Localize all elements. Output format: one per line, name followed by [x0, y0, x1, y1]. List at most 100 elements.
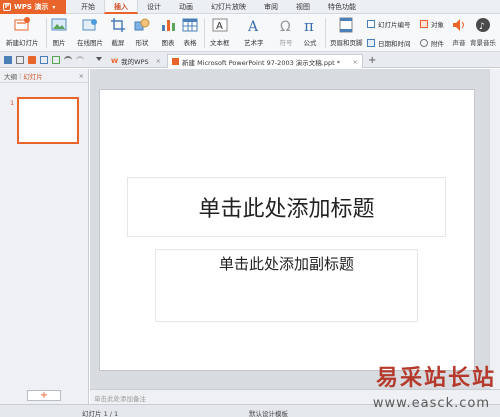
- picture-button[interactable]: 图片: [51, 17, 67, 47]
- app-name: WPS 演示: [14, 3, 49, 11]
- tab-slides[interactable]: 幻灯片: [23, 71, 43, 81]
- tab-design[interactable]: 设计: [138, 0, 170, 14]
- tab-outline[interactable]: 大纲: [4, 71, 17, 81]
- slide-counter: 幻灯片 1 / 1: [82, 410, 119, 417]
- ribbon-divider: [46, 18, 47, 48]
- tab-document[interactable]: 新建 Microsoft PowerPoint 97-2003 演示文稿.ppt…: [167, 54, 363, 68]
- header-footer-label: 页眉和页脚: [330, 39, 363, 47]
- picture-icon: [51, 17, 67, 33]
- symbol-button[interactable]: Ω 符号: [278, 17, 294, 47]
- header-footer-button[interactable]: 页眉和页脚: [330, 17, 363, 47]
- tab-view[interactable]: 视图: [287, 0, 319, 14]
- tab-my-wps[interactable]: W 我的WPS ×: [107, 54, 165, 68]
- print-preview-icon[interactable]: [52, 56, 60, 64]
- datetime-button[interactable]: 日期和时间: [367, 37, 411, 48]
- new-slide-icon: [14, 17, 31, 33]
- tab-insert[interactable]: 插入: [104, 0, 138, 14]
- table-button[interactable]: 表格: [182, 17, 198, 47]
- ribbon-divider: [204, 18, 205, 48]
- slide-number-icon: [367, 19, 375, 28]
- svg-text:π: π: [304, 17, 314, 33]
- svg-text:A: A: [247, 19, 259, 33]
- tab-slideshow[interactable]: 幻灯片放映: [202, 0, 255, 14]
- customize-toolbar-icon[interactable]: [96, 57, 102, 61]
- status-bar: 幻灯片 1 / 1 默认设计模板: [0, 404, 500, 417]
- notes-area[interactable]: 单击此处添加备注: [90, 389, 500, 404]
- print-icon[interactable]: [40, 56, 48, 64]
- textbox-button[interactable]: A 文本框: [210, 17, 230, 47]
- wordart-button[interactable]: A 艺术字: [244, 17, 264, 47]
- sound-label: 声音: [452, 39, 466, 47]
- screenshot-button[interactable]: 截屏: [110, 17, 126, 47]
- new-slide-button[interactable]: 新建幻灯片: [6, 17, 39, 47]
- export-pdf-icon[interactable]: [28, 56, 36, 64]
- tab-review[interactable]: 审阅: [255, 0, 287, 14]
- slide-number: 1: [10, 99, 15, 107]
- tab-features[interactable]: 特色功能: [319, 0, 365, 14]
- redo-icon[interactable]: [76, 56, 84, 64]
- pi-icon: π: [302, 17, 318, 33]
- vertical-scrollbar[interactable]: [489, 69, 500, 389]
- menu-tabs: 开始 插入 设计 动画 幻灯片放映 审阅 视图 特色功能: [72, 0, 365, 14]
- background-music-label: 背景音乐: [470, 39, 496, 47]
- shape-label: 形状: [135, 39, 149, 47]
- screenshot-label: 截屏: [111, 39, 125, 47]
- wps-logo-icon: P: [3, 3, 11, 11]
- online-picture-label: 在线图片: [77, 39, 103, 47]
- template-name: 默认设计模板: [249, 410, 288, 417]
- app-menu-button[interactable]: P WPS 演示 ▾: [0, 0, 66, 14]
- header-footer-icon: [338, 17, 354, 33]
- title-placeholder[interactable]: 单击此处添加标题: [127, 177, 446, 237]
- online-picture-icon: [82, 17, 98, 33]
- close-icon[interactable]: ×: [79, 72, 84, 80]
- quick-access-toolbar: W 我的WPS × 新建 Microsoft PowerPoint 97-200…: [0, 52, 500, 68]
- object-button[interactable]: 对象: [420, 18, 444, 29]
- save-icon[interactable]: [16, 56, 24, 64]
- slide-thumbnail[interactable]: [17, 97, 79, 144]
- ribbon-divider: [325, 18, 326, 48]
- pane-tabs: 大纲 | 幻灯片 ×: [0, 69, 88, 83]
- close-icon[interactable]: ×: [353, 58, 358, 66]
- object-label: 对象: [431, 20, 444, 29]
- formula-label: 公式: [303, 39, 317, 47]
- chart-icon: [160, 17, 176, 33]
- svg-text:A: A: [216, 21, 223, 32]
- chart-button[interactable]: 图表: [160, 17, 176, 47]
- table-icon: [182, 17, 198, 33]
- sound-button[interactable]: 声音: [451, 17, 467, 47]
- background-music-button[interactable]: ♪ 背景音乐: [470, 17, 496, 47]
- ppt-file-icon: [172, 58, 179, 65]
- tab-separator: |: [19, 71, 22, 80]
- new-slide-label: 新建幻灯片: [6, 39, 39, 47]
- chevron-down-icon: ▾: [52, 3, 56, 11]
- slides-pane: 大纲 | 幻灯片 × 1 +: [0, 69, 89, 404]
- calendar-icon: [367, 38, 375, 47]
- online-picture-button[interactable]: 在线图片: [77, 17, 103, 47]
- slide-number-button[interactable]: 幻灯片编号: [367, 18, 411, 29]
- undo-icon[interactable]: [64, 56, 72, 64]
- formula-button[interactable]: π 公式: [302, 17, 318, 47]
- tab-document-label: 新建 Microsoft PowerPoint 97-2003 演示文稿.ppt…: [182, 58, 340, 67]
- datetime-label: 日期和时间: [378, 39, 411, 48]
- menu-bar: P WPS 演示 ▾ 开始 插入 设计 动画 幻灯片放映 审阅 视图 特色功能: [0, 0, 500, 14]
- subtitle-placeholder[interactable]: 单击此处添加副标题: [155, 249, 418, 322]
- wordart-label: 艺术字: [244, 39, 264, 47]
- add-slide-button[interactable]: +: [27, 390, 61, 401]
- new-tab-button[interactable]: +: [368, 55, 376, 66]
- table-label: 表格: [183, 39, 197, 47]
- tab-animation[interactable]: 动画: [170, 0, 202, 14]
- textbox-label: 文本框: [210, 39, 230, 47]
- screenshot-icon: [110, 17, 126, 33]
- tab-home[interactable]: 开始: [72, 0, 104, 14]
- picture-label: 图片: [52, 39, 66, 47]
- object-icon: [420, 19, 428, 28]
- textbox-icon: A: [212, 17, 228, 33]
- shape-button[interactable]: 形状: [134, 17, 150, 47]
- omega-icon: Ω: [278, 17, 294, 33]
- new-file-icon[interactable]: [4, 56, 12, 64]
- ribbon-insert: 新建幻灯片 图片 在线图片 截屏 形状 图表 表格 A 文本框 A 艺术字 Ω …: [0, 14, 500, 52]
- attachment-button[interactable]: 附件: [420, 37, 444, 48]
- music-icon: ♪: [475, 17, 491, 33]
- tab-my-wps-label: 我的WPS: [121, 58, 149, 66]
- close-icon[interactable]: ×: [156, 57, 161, 65]
